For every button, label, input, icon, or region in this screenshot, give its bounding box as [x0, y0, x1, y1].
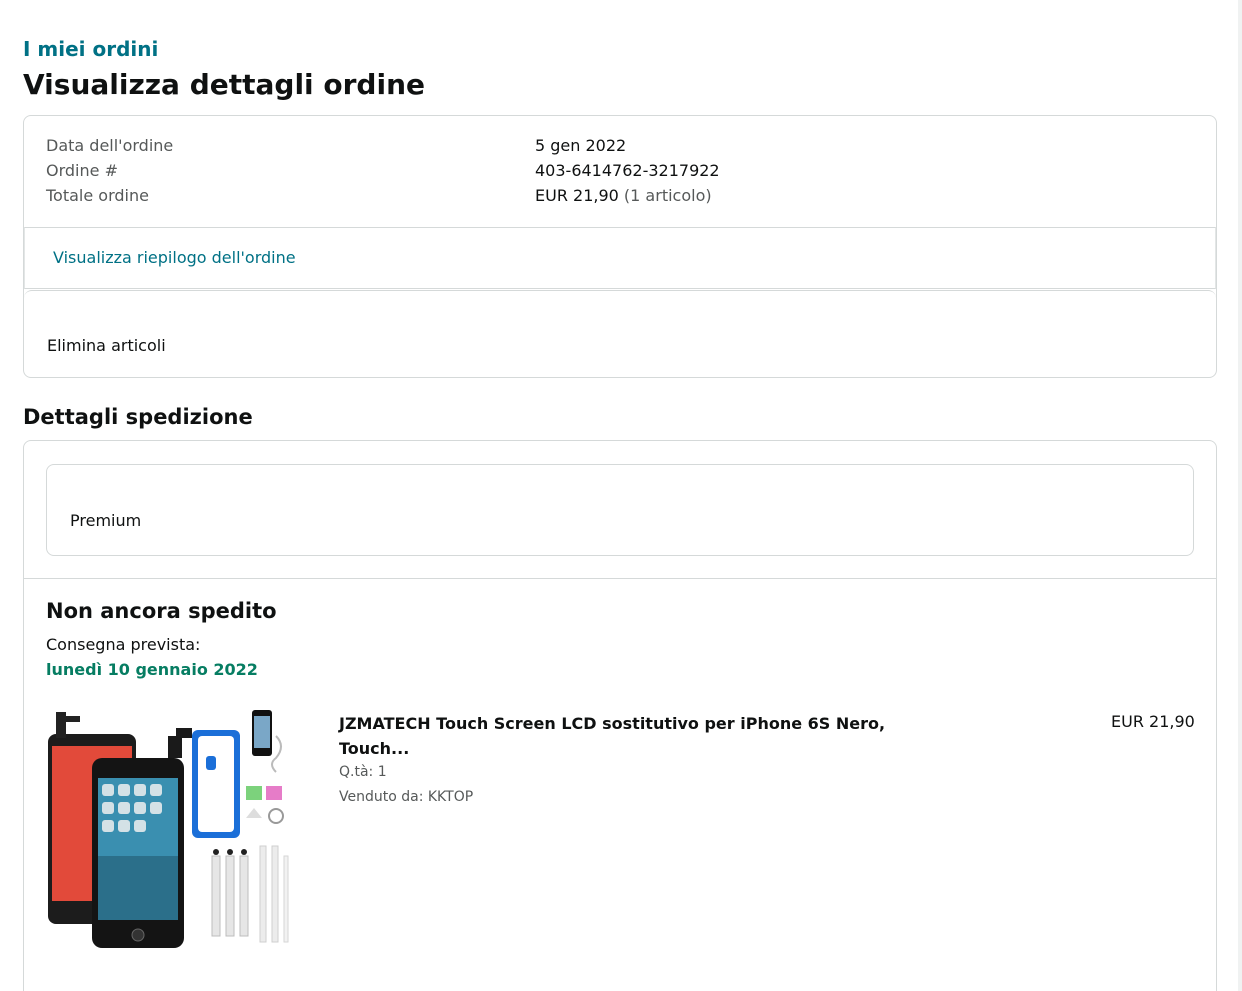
shipping-section-title: Dettagli spedizione	[23, 405, 253, 429]
order-date-value: 5 gen 2022	[535, 136, 627, 155]
expected-delivery-date: lunedì 10 gennaio 2022	[46, 660, 258, 679]
order-number-label: Ordine #	[46, 161, 118, 180]
order-total: EUR 21,90 (1 articolo)	[535, 186, 712, 205]
expected-delivery-label: Consegna prevista:	[46, 635, 201, 654]
order-item-count: (1 articolo)	[623, 186, 712, 205]
delete-items-button[interactable]: Elimina articoli	[47, 336, 166, 355]
order-summary-row: Visualizza riepilogo dell'ordine	[24, 227, 1216, 289]
delete-items-row: Elimina articoli	[24, 290, 1216, 377]
order-total-value: EUR 21,90	[535, 186, 619, 205]
shipping-service-box: Premium	[46, 464, 1194, 556]
view-order-summary-link[interactable]: Visualizza riepilogo dell'ordine	[53, 248, 296, 267]
shipping-divider	[24, 578, 1216, 579]
page-title: Visualizza dettagli ordine	[23, 68, 425, 101]
order-number-value: 403-6414762-3217922	[535, 161, 720, 180]
shipping-box: Premium Non ancora spedito Consegna prev…	[23, 440, 1217, 991]
order-info-box: Data dell'ordine 5 gen 2022 Ordine # 403…	[23, 115, 1217, 378]
shipment-status: Non ancora spedito	[46, 599, 277, 623]
scrollbar-track[interactable]	[1238, 0, 1242, 991]
product-price: EUR 21,90	[1111, 712, 1195, 731]
shipping-service-label: Premium	[70, 511, 142, 530]
order-date-label: Data dell'ordine	[46, 136, 174, 155]
product-seller: Venduto da: KKTOP	[339, 789, 474, 805]
product-title-link[interactable]: JZMATECH Touch Screen LCD sostitutivo pe…	[339, 711, 899, 761]
product-image[interactable]	[46, 706, 296, 951]
product-quantity: Q.tà: 1	[339, 764, 387, 780]
order-total-label: Totale ordine	[46, 186, 149, 205]
breadcrumb-my-orders[interactable]: I miei ordini	[23, 37, 158, 61]
